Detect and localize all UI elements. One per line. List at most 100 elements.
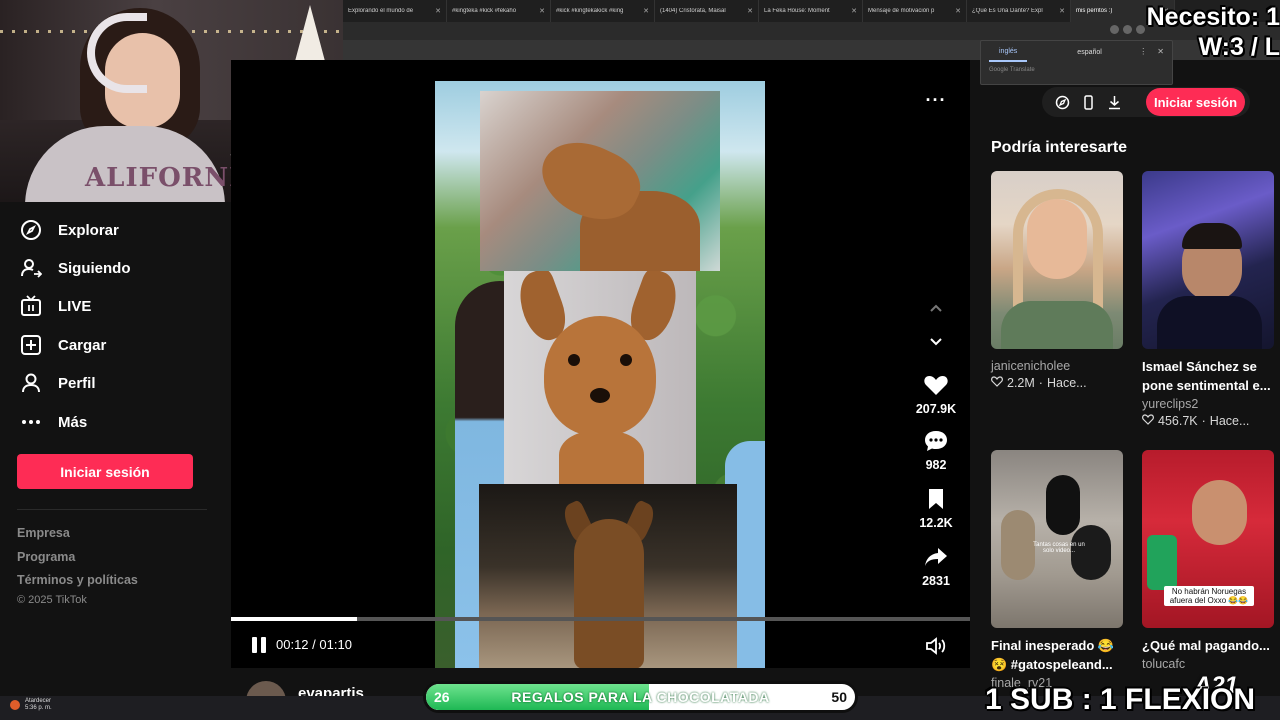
close-icon[interactable]: ✕ bbox=[851, 7, 857, 15]
heart-outline-icon bbox=[1142, 414, 1154, 428]
sidebar-item-mas[interactable]: Más bbox=[20, 410, 87, 434]
card-title: Final inesperado 😂😵 #gatospeleand... bbox=[991, 638, 1115, 672]
card-likes: 456.7K bbox=[1158, 414, 1198, 428]
card-meta: 456.7K · Hace... bbox=[1142, 414, 1274, 428]
copyright: © 2025 TikTok bbox=[17, 594, 87, 606]
section-title: Podría interesarte bbox=[991, 139, 1128, 156]
next-video-button[interactable] bbox=[925, 334, 947, 356]
comment-button[interactable]: 982 bbox=[906, 428, 966, 472]
pause-button[interactable] bbox=[249, 635, 269, 655]
dog-photo-3 bbox=[479, 484, 737, 668]
like-button[interactable]: 207.9K bbox=[906, 372, 966, 416]
volume-button[interactable] bbox=[925, 635, 947, 657]
dog-eye bbox=[620, 354, 632, 366]
card-username: janicenicholee bbox=[991, 359, 1071, 373]
login-button[interactable]: Iniciar sesión bbox=[17, 454, 193, 489]
close-icon[interactable]: ✕ bbox=[539, 7, 545, 15]
sidebar-item-label: Perfil bbox=[58, 374, 96, 392]
more-options-button[interactable]: ··· bbox=[924, 91, 948, 114]
card-username: yureclips2 bbox=[1142, 397, 1199, 411]
meta-dot: · bbox=[1038, 376, 1043, 390]
sidebar-item-cargar[interactable]: Cargar bbox=[20, 333, 106, 357]
divider bbox=[17, 509, 207, 510]
extension-icon[interactable] bbox=[1110, 25, 1119, 34]
microphone-icon bbox=[1147, 535, 1177, 590]
pause-icon-bar bbox=[261, 637, 266, 653]
video-frame[interactable] bbox=[435, 81, 765, 668]
goal-label: REGALOS PARA LA CHOCOLATADA bbox=[511, 689, 770, 705]
browser-tab-strip: Explorando el mundo de ✕ #kingteka #kick … bbox=[343, 0, 1280, 22]
close-icon[interactable]: ✕ bbox=[643, 7, 649, 15]
video-time: 00:12 / 01:10 bbox=[276, 637, 352, 652]
browser-tab[interactable]: La Feka House: Moment ✕ bbox=[759, 0, 863, 22]
video-card[interactable]: Tantas cosas en un solo video... Final i… bbox=[991, 450, 1123, 690]
translate-tab-source[interactable]: inglés bbox=[989, 43, 1028, 62]
login-button-top[interactable]: Iniciar sesión bbox=[1146, 88, 1245, 116]
video-player[interactable]: ··· 207.9K 982 12.2K 2831 00:12 / 01:10 bbox=[231, 60, 970, 668]
thumbnail-caption: No habrán Noruegas afuera del Oxxo 😂😂 bbox=[1164, 586, 1254, 606]
translate-tab-target[interactable]: español bbox=[1077, 49, 1102, 56]
card-username: tolucafc bbox=[1142, 657, 1186, 671]
thumbnail-hair bbox=[1182, 223, 1242, 249]
close-icon[interactable]: ✕ bbox=[747, 7, 753, 15]
chevron-down-icon bbox=[930, 338, 942, 346]
compass-icon bbox=[20, 219, 42, 241]
close-icon[interactable]: ✕ bbox=[955, 7, 961, 15]
tab-title: ¿Qué Es Una Dante? Expl bbox=[972, 8, 1043, 14]
screen: Explorando el mundo de ✕ #kingteka #kick … bbox=[0, 0, 1280, 720]
video-card[interactable]: No habrán Noruegas afuera del Oxxo 😂😂 ¿Q… bbox=[1142, 450, 1274, 671]
footer-link-empresa[interactable]: Empresa bbox=[17, 526, 70, 540]
card-meta: 2.2M · Hace... bbox=[991, 376, 1123, 390]
volume-icon bbox=[926, 637, 946, 655]
save-button[interactable]: 12.2K bbox=[906, 486, 966, 530]
previous-video-button[interactable] bbox=[925, 300, 947, 322]
recommendations-panel: Iniciar sesión Podría interesarte janice… bbox=[970, 60, 1280, 696]
current-time: 00:12 bbox=[276, 637, 309, 652]
browser-tab[interactable]: ¿Qué Es Una Dante? Expl ✕ bbox=[967, 0, 1071, 22]
browser-tab[interactable]: #kick #kingtekakick #king ✕ bbox=[551, 0, 655, 22]
compass-icon[interactable] bbox=[1054, 94, 1070, 110]
video-card[interactable]: janicenicholee 2.2M · Hace... bbox=[991, 171, 1123, 390]
download-icon[interactable] bbox=[1106, 94, 1122, 110]
sidebar-item-perfil[interactable]: Perfil bbox=[20, 371, 96, 395]
weather-widget[interactable]: Atardecer 5:36 p. m. bbox=[10, 698, 52, 712]
streamer: ALIFORNI bbox=[25, 8, 241, 202]
dog-photo-1 bbox=[480, 91, 720, 271]
video-thumbnail bbox=[991, 171, 1123, 349]
dog-photo-2 bbox=[504, 271, 696, 484]
browser-tab[interactable]: Explorando el mundo de ✕ bbox=[343, 0, 447, 22]
gift-goal-bar: 26 REGALOS PARA LA CHOCOLATADA 50 bbox=[423, 681, 858, 713]
weather-title: Atardecer bbox=[25, 698, 52, 704]
video-card[interactable]: Ismael Sánchez se pone sentimental e... … bbox=[1142, 171, 1274, 428]
heart-icon bbox=[906, 372, 966, 398]
share-icon bbox=[906, 544, 966, 570]
goal-target: 50 bbox=[831, 689, 847, 705]
browser-tab[interactable]: #kingteka #kick #fekaho ✕ bbox=[447, 0, 551, 22]
sweater-print: ALIFORNI bbox=[85, 163, 243, 193]
close-icon[interactable]: ✕ bbox=[435, 7, 441, 15]
share-button[interactable]: 2831 bbox=[906, 544, 966, 588]
browser-tab[interactable]: Mensaje de motivación p ✕ bbox=[863, 0, 967, 22]
sidebar-item-label: Cargar bbox=[58, 336, 107, 354]
bookmark-icon bbox=[906, 486, 966, 512]
mobile-icon[interactable] bbox=[1080, 94, 1096, 110]
extension-icon[interactable] bbox=[1123, 25, 1132, 34]
browser-tab[interactable]: (1404) Cristorata, Maisal ✕ bbox=[655, 0, 759, 22]
sidebar-item-siguiendo[interactable]: Siguiendo bbox=[20, 256, 131, 280]
extension-icon[interactable] bbox=[1136, 25, 1145, 34]
video-progress-bar[interactable] bbox=[231, 617, 970, 621]
live-icon bbox=[20, 295, 42, 317]
close-icon[interactable]: ✕ bbox=[1059, 7, 1065, 15]
time-separator: / bbox=[312, 637, 316, 652]
footer-link-programa[interactable]: Programa bbox=[17, 550, 75, 564]
sidebar-item-explorar[interactable]: Explorar bbox=[20, 218, 119, 242]
dog-head bbox=[544, 316, 656, 436]
tab-title: #kingteka #kick #fekaho bbox=[452, 8, 517, 14]
video-progress-fill bbox=[231, 617, 357, 621]
thumbnail-face bbox=[1192, 480, 1247, 545]
save-count: 12.2K bbox=[919, 516, 953, 530]
tab-title: Mensaje de motivación p bbox=[868, 8, 935, 14]
footer-link-terminos[interactable]: Términos y políticas bbox=[17, 573, 138, 587]
sidebar-item-live[interactable]: LIVE bbox=[20, 294, 91, 318]
sidebar-item-label: Siguiendo bbox=[58, 259, 131, 277]
